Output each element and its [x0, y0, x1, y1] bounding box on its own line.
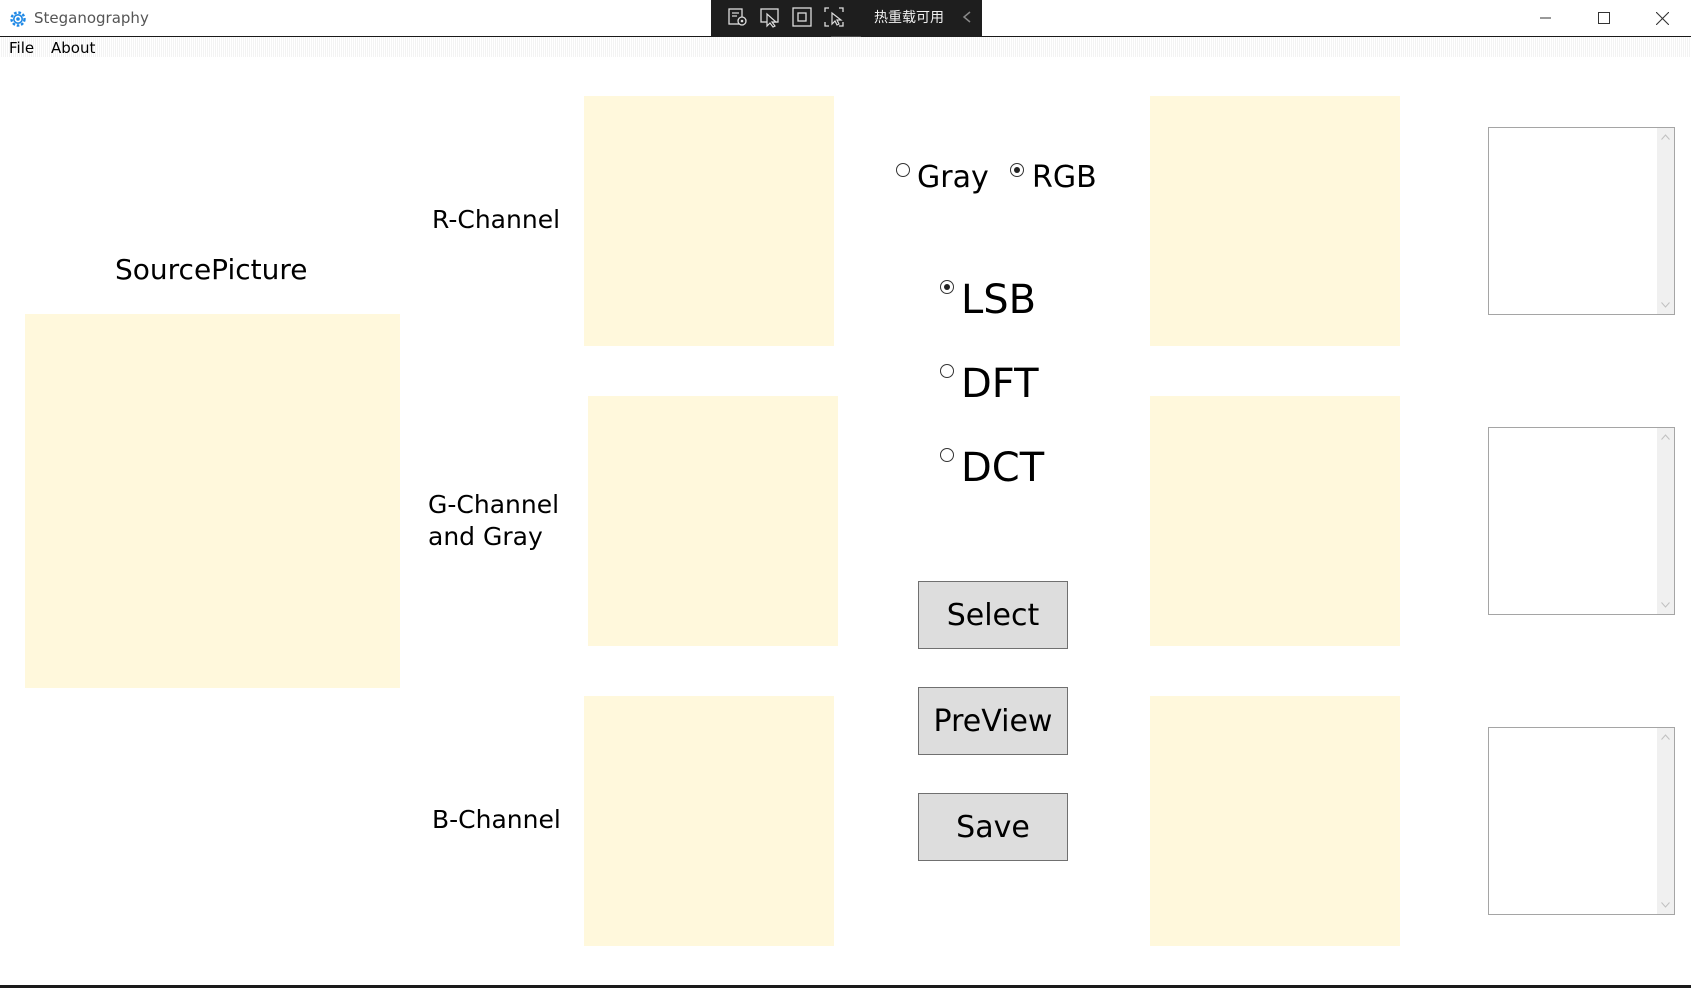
dft-radio-label[interactable]: DFT: [961, 361, 1039, 407]
r-data-textbox[interactable]: [1488, 127, 1675, 315]
collapse-chevron-icon[interactable]: [961, 10, 973, 24]
menu-bar: File About: [0, 37, 1691, 57]
minimize-button[interactable]: [1517, 0, 1575, 36]
hot-reload-status[interactable]: 热重载可用: [874, 7, 944, 27]
live-visual-tree-icon[interactable]: [727, 6, 749, 28]
g-data-textbox[interactable]: [1488, 427, 1675, 615]
b-result-image: [1150, 696, 1400, 946]
r-result-image: [1150, 96, 1400, 346]
track-focus-icon[interactable]: [823, 6, 845, 28]
maximize-button[interactable]: [1575, 0, 1633, 36]
scroll-up-icon[interactable]: [1661, 734, 1670, 740]
g-channel-label-line1: G-Channel: [428, 490, 560, 519]
window-title: Steganography: [34, 9, 149, 27]
lsb-radio-label[interactable]: LSB: [961, 277, 1036, 323]
minimize-icon: [1540, 17, 1551, 19]
dct-radio[interactable]: [940, 448, 954, 462]
vertical-scrollbar[interactable]: [1657, 728, 1674, 914]
close-button[interactable]: [1633, 0, 1691, 36]
scroll-up-icon[interactable]: [1661, 434, 1670, 440]
save-button[interactable]: Save: [918, 793, 1068, 861]
r-channel-image: [584, 96, 834, 346]
gear-icon: [10, 11, 26, 27]
g-result-image: [1150, 396, 1400, 646]
scroll-up-icon[interactable]: [1661, 134, 1670, 140]
scroll-down-icon[interactable]: [1661, 302, 1670, 308]
b-data-textbox[interactable]: [1488, 727, 1675, 915]
gray-radio[interactable]: [896, 163, 910, 177]
menu-about[interactable]: About: [51, 39, 95, 57]
menu-file[interactable]: File: [9, 39, 34, 57]
maximize-icon: [1598, 12, 1610, 24]
g-channel-image: [588, 396, 838, 646]
vertical-scrollbar[interactable]: [1657, 128, 1674, 314]
source-picture-label: SourcePicture: [115, 253, 308, 286]
g-channel-label-line2: and Gray: [428, 522, 543, 551]
close-icon: [1655, 11, 1669, 25]
b-channel-label: B-Channel: [432, 805, 561, 834]
rgb-radio[interactable]: [1010, 163, 1024, 177]
source-picture[interactable]: [25, 314, 400, 688]
preview-button[interactable]: PreView: [918, 687, 1068, 755]
display-layout-adorners-icon[interactable]: [791, 6, 813, 28]
dft-radio[interactable]: [940, 364, 954, 378]
select-button[interactable]: Select: [918, 581, 1068, 649]
rgb-radio-label[interactable]: RGB: [1032, 160, 1097, 195]
r-channel-label: R-Channel: [432, 205, 561, 234]
lsb-radio[interactable]: [940, 280, 954, 294]
dct-radio-label[interactable]: DCT: [961, 445, 1044, 491]
gray-radio-label[interactable]: Gray: [917, 160, 989, 195]
b-channel-image: [584, 696, 834, 946]
scroll-down-icon[interactable]: [1661, 902, 1670, 908]
scroll-down-icon[interactable]: [1661, 602, 1670, 608]
vertical-scrollbar[interactable]: [1657, 428, 1674, 614]
select-element-icon[interactable]: [759, 6, 781, 28]
